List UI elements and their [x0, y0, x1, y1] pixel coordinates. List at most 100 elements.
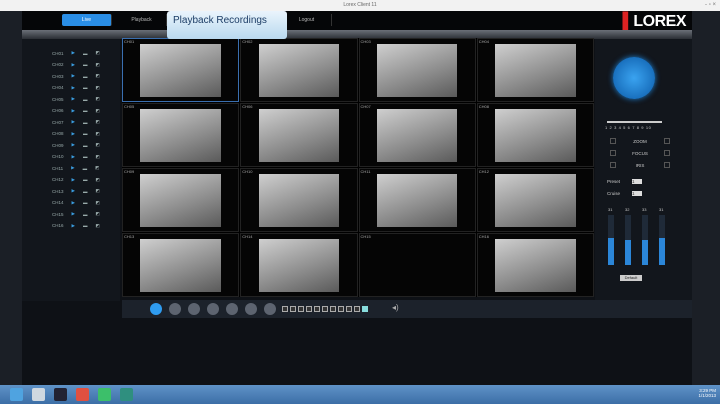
default-button[interactable]: Default [620, 275, 642, 281]
play-icon[interactable]: ▶ [72, 108, 75, 114]
layout-button[interactable] [290, 306, 296, 312]
channel-item[interactable]: CH05 ▶ ▬ ◩ [52, 95, 118, 103]
record-icon[interactable]: ▬ [83, 85, 88, 90]
record-icon[interactable]: ▬ [83, 74, 88, 79]
record-icon[interactable]: ▬ [83, 62, 88, 67]
video-tile[interactable]: CH02 [240, 38, 358, 102]
speaker-icon[interactable]: ◂) [392, 303, 399, 312]
record-icon[interactable]: ▬ [83, 177, 88, 182]
video-tile[interactable]: CH14 [240, 233, 358, 297]
layout-button[interactable] [306, 306, 312, 312]
record-icon[interactable]: ▬ [83, 120, 88, 125]
fullscreen-icon[interactable] [150, 303, 162, 315]
settings-icon[interactable] [226, 303, 238, 315]
stream-icon[interactable]: ◩ [95, 85, 99, 91]
record-icon[interactable] [169, 303, 181, 315]
stream-icon[interactable]: ◩ [95, 223, 99, 229]
play-icon[interactable]: ▶ [72, 119, 75, 125]
snapshot-icon[interactable] [188, 303, 200, 315]
explorer-icon[interactable] [32, 388, 45, 401]
cruise-select[interactable]: 1 [632, 191, 642, 196]
refresh-icon[interactable] [207, 303, 219, 315]
channel-item[interactable]: CH15 ▶ ▬ ◩ [52, 210, 118, 218]
play-icon[interactable]: ▶ [71, 165, 74, 171]
iris-close-button[interactable] [610, 162, 616, 168]
preset-select[interactable]: 1 [632, 179, 642, 184]
layout-button[interactable] [322, 306, 328, 312]
ptz-speed-slider[interactable] [607, 121, 662, 123]
tab-logout[interactable]: Logout [282, 14, 332, 26]
video-tile[interactable]: CH03 [358, 38, 476, 102]
channel-item[interactable]: CH04 ▶ ▬ ◩ [52, 84, 118, 92]
stream-icon[interactable]: ◩ [95, 73, 99, 79]
play-icon[interactable]: ▶ [72, 154, 75, 160]
channel-item[interactable]: CH10 ▶ ▬ ◩ [52, 153, 118, 161]
media-icon[interactable] [76, 388, 89, 401]
stream-icon[interactable]: ◩ [95, 108, 99, 114]
video-tile[interactable]: CH04 [476, 38, 594, 102]
stream-icon[interactable]: ◩ [95, 188, 99, 194]
record-icon[interactable]: ▬ [83, 143, 88, 148]
user-icon[interactable] [264, 303, 276, 315]
video-tile[interactable]: CH16 [476, 233, 594, 297]
record-icon[interactable]: ▬ [83, 154, 88, 159]
stream-icon[interactable]: ◩ [95, 131, 99, 137]
search-icon[interactable] [245, 303, 257, 315]
video-tile[interactable]: CH10 [240, 168, 358, 232]
play-icon[interactable]: ▶ [72, 211, 75, 217]
play-icon[interactable]: ▶ [72, 73, 75, 79]
focus-out-button[interactable] [610, 150, 616, 156]
ptz-direction-pad[interactable] [613, 57, 655, 99]
stream-icon[interactable]: ◩ [95, 154, 99, 160]
window-controls[interactable]: - ▫ × [705, 0, 716, 11]
channel-item[interactable]: CH01 ▶ ▬ ◩ [52, 49, 118, 57]
channel-item[interactable]: CH02 ▶ ▬ ◩ [52, 61, 118, 69]
tab-live[interactable]: Live [62, 14, 112, 26]
stream-icon[interactable]: ◩ [95, 119, 99, 125]
stream-icon[interactable]: ◩ [95, 62, 99, 68]
record-icon[interactable]: ▬ [83, 51, 88, 56]
play-icon[interactable]: ▶ [72, 96, 75, 102]
record-icon[interactable]: ▬ [83, 223, 88, 228]
focus-in-button[interactable] [664, 150, 670, 156]
play-icon[interactable]: ▶ [72, 200, 75, 206]
ie-icon[interactable] [10, 388, 23, 401]
video-tile[interactable]: CH05 [122, 103, 240, 167]
channel-item[interactable]: CH08 ▶ ▬ ◩ [52, 130, 118, 138]
play-icon[interactable]: ▶ [72, 50, 75, 56]
channel-item[interactable]: CH09 ▶ ▬ ◩ [52, 141, 118, 149]
video-tile[interactable]: CH11 [358, 168, 476, 232]
channel-item[interactable]: CH12 ▶ ▬ ◩ [52, 176, 118, 184]
play-icon[interactable]: ▶ [72, 62, 75, 68]
record-icon[interactable]: ▬ [83, 97, 88, 102]
play-icon[interactable]: ▶ [72, 85, 75, 91]
video-tile[interactable]: CH09 [122, 168, 240, 232]
layout-button[interactable] [298, 306, 304, 312]
play-icon[interactable]: ▶ [72, 142, 75, 148]
iris-open-button[interactable] [663, 162, 670, 168]
stream-icon[interactable]: ◩ [95, 50, 99, 56]
channel-item[interactable]: CH14 ▶ ▬ ◩ [52, 199, 118, 207]
video-tile[interactable]: CH08 [476, 103, 594, 167]
video-tile[interactable]: CH07 [358, 103, 476, 167]
app-icon[interactable] [98, 388, 111, 401]
channel-item[interactable]: CH11 ▶ ▬ ◩ [52, 164, 118, 172]
record-icon[interactable]: ▬ [83, 131, 88, 136]
stream-icon[interactable]: ◩ [95, 200, 99, 206]
play-icon[interactable]: ▶ [72, 177, 75, 183]
video-tile[interactable]: CH12 [476, 168, 594, 232]
stream-icon[interactable]: ◩ [95, 142, 99, 148]
channel-item[interactable]: CH07 ▶ ▬ ◩ [52, 118, 118, 126]
record-icon[interactable]: ▬ [83, 108, 88, 113]
record-icon[interactable]: ▬ [83, 200, 88, 205]
layout-button[interactable] [338, 306, 344, 312]
record-icon[interactable]: ▬ [83, 212, 88, 217]
lorex-icon[interactable] [120, 388, 133, 401]
play-icon[interactable]: ▶ [72, 131, 75, 137]
color-slider[interactable] [659, 215, 665, 265]
play-icon[interactable]: ▶ [72, 188, 75, 194]
color-slider[interactable] [642, 215, 648, 265]
layout-button[interactable] [346, 306, 352, 312]
channel-item[interactable]: CH03 ▶ ▬ ◩ [52, 72, 118, 80]
record-icon[interactable]: ▬ [83, 189, 88, 194]
